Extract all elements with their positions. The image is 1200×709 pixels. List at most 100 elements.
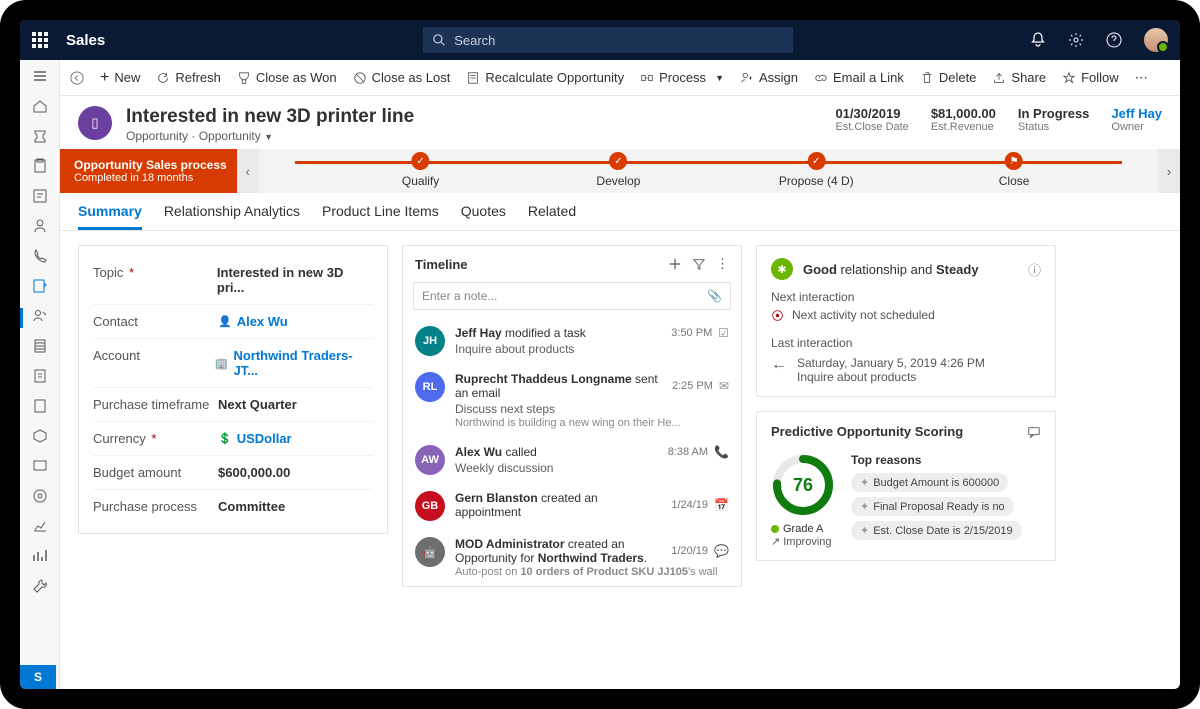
activity-preview: Northwind is building a new wing on thei… [455,417,729,429]
activities-icon[interactable] [32,188,48,204]
leads-icon[interactable] [32,308,48,324]
phone-icon[interactable] [32,248,48,264]
hamburger-icon[interactable] [32,68,48,84]
tab-related[interactable]: Related [528,203,576,230]
home-icon[interactable] [32,98,48,114]
settings-icon[interactable] [1068,32,1084,48]
timeline-item[interactable]: GBGern Blanston created an appointment1/… [403,483,741,529]
timeline-item[interactable]: JHJeff Hay modified a task3:50 PM☑Inquir… [403,318,741,364]
analytics-icon[interactable] [32,518,48,534]
products-icon[interactable] [32,428,48,444]
tab-summary[interactable]: Summary [78,203,142,230]
field-row[interactable]: Budget amount$600,000.00 [93,455,373,489]
tools-icon[interactable] [32,578,48,594]
quotes-icon[interactable] [32,368,48,384]
post-icon: 💬 [714,544,729,558]
opportunities-icon[interactable] [32,278,48,294]
site-nav: S [20,60,60,689]
chat-icon[interactable] [1027,425,1041,439]
reason-pill[interactable]: ✦ Budget Amount is 600000 [851,473,1008,492]
goals-icon[interactable] [32,488,48,504]
tab-relationship-analytics[interactable]: Relationship Analytics [164,203,300,230]
breadcrumb[interactable]: Opportunity · Opportunity ▼ [126,129,414,143]
field-value[interactable]: 🏢Northwind Traders-JT... [215,348,373,378]
field-row[interactable]: Contact👤Alex Wu [93,304,373,338]
summary-fields-card: Topic *Interested in new 3D pri...Contac… [78,245,388,534]
score-grade: Grade A [771,523,835,535]
follow-button[interactable]: Follow [1062,70,1119,85]
tab-quotes[interactable]: Quotes [461,203,506,230]
activity-time: 8:38 AM [668,446,708,458]
building-icon: 🏢 [215,357,229,370]
process-next-icon[interactable]: › [1158,149,1180,193]
field-label: Currency * [93,431,218,446]
new-button[interactable]: +New [100,69,140,87]
tab-product-line-items[interactable]: Product Line Items [322,203,439,230]
notifications-icon[interactable] [1030,32,1046,48]
refresh-button[interactable]: Refresh [156,70,221,85]
email-link-button[interactable]: Email a Link [814,70,904,85]
phone-icon: 📞 [714,445,729,459]
close-won-button[interactable]: Close as Won [237,70,337,85]
field-row[interactable]: Purchase processCommittee [93,489,373,523]
note-input[interactable]: Enter a note... 📎 [413,282,731,310]
campaigns-icon[interactable] [32,458,48,474]
stat-owner[interactable]: Jeff HayOwner [1111,106,1162,133]
field-row[interactable]: Currency *💲USDollar [93,421,373,455]
field-value[interactable]: $600,000.00 [218,465,290,480]
app-title: Sales [66,32,105,49]
delete-button[interactable]: Delete [920,70,977,85]
timeline-item[interactable]: 🤖MOD Administrator created an Opportunit… [403,529,741,586]
accounts-icon[interactable] [32,338,48,354]
stage-qualify[interactable]: ✓Qualify [402,152,439,188]
field-row[interactable]: Purchase timeframeNext Quarter [93,387,373,421]
reports-icon[interactable] [32,548,48,564]
field-value[interactable]: 👤Alex Wu [218,314,288,329]
stage-close[interactable]: ⚑Close [999,152,1030,188]
assign-button[interactable]: Assign [740,70,798,85]
orders-icon[interactable] [32,398,48,414]
timeline-item[interactable]: AWAlex Wu called8:38 AM📞Weekly discussio… [403,437,741,483]
field-value[interactable]: 💲USDollar [218,431,292,446]
attachment-icon[interactable]: 📎 [707,289,722,303]
activity-text: Jeff Hay modified a task [455,326,665,340]
area-switcher[interactable]: S [20,665,56,689]
user-avatar[interactable] [1144,28,1168,52]
timeline-item[interactable]: RLRuprecht Thaddeus Longname sent an ema… [403,364,741,437]
info-icon[interactable]: ⓘ [1028,260,1041,279]
activity-time: 1/20/19 [671,545,708,557]
pinned-icon[interactable] [32,128,48,144]
recalculate-button[interactable]: Recalculate Opportunity [466,70,624,85]
stat-revenue: $81,000.00Est.Revenue [931,106,996,133]
predictive-scoring-card: Predictive Opportunity Scoring [756,411,1056,561]
activity-text: Gern Blanston created an appointment [455,491,665,519]
score-gauge: 76 [771,453,835,517]
reason-pill[interactable]: ✦ Final Proposal Ready is no [851,497,1014,516]
more-icon[interactable]: ⋮ [716,256,729,272]
contacts-icon[interactable] [32,218,48,234]
search-input[interactable]: Search [423,27,793,53]
field-row[interactable]: Topic *Interested in new 3D pri... [93,256,373,304]
timeline-title: Timeline [415,257,658,272]
field-value[interactable]: Committee [218,499,285,514]
filter-icon[interactable] [692,257,706,271]
process-button[interactable]: Process▼ [640,70,724,85]
back-icon[interactable] [70,71,84,85]
more-commands-icon[interactable]: ⋯ [1135,70,1148,86]
add-icon[interactable] [668,257,682,271]
field-row[interactable]: Account🏢Northwind Traders-JT... [93,338,373,387]
last-interaction-value[interactable]: ← Saturday, January 5, 2019 4:26 PMInqui… [771,356,1041,384]
next-interaction-label: Next interaction [771,290,1041,304]
reason-pill[interactable]: ✦ Est. Close Date is 2/15/2019 [851,521,1022,540]
next-interaction-value: Next activity not scheduled [771,308,1041,322]
app-launcher-icon[interactable] [32,32,48,48]
share-button[interactable]: Share [992,70,1046,85]
stage-propose[interactable]: ✓Propose (4 D) [779,152,854,188]
stage-develop[interactable]: ✓Develop [596,152,640,188]
close-lost-button[interactable]: Close as Lost [353,70,451,85]
field-value[interactable]: Next Quarter [218,397,297,412]
clipboard-icon[interactable] [32,158,48,174]
help-icon[interactable] [1106,32,1122,48]
field-value[interactable]: Interested in new 3D pri... [217,265,373,295]
process-prev-icon[interactable]: ‹ [237,149,259,193]
